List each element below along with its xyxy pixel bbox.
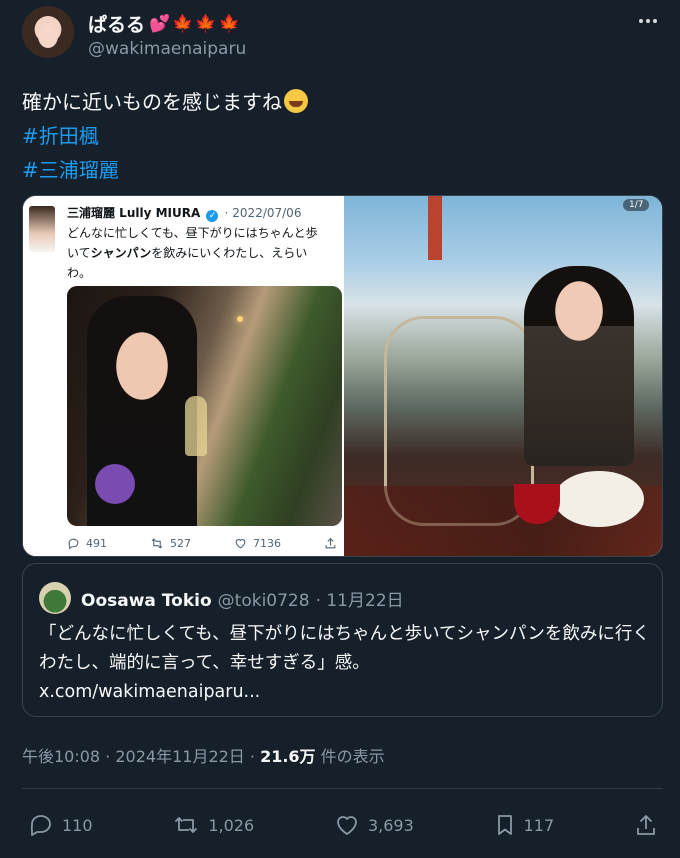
quoted-tweet[interactable]: Oosawa Tokio @toki0728 · 11月22日 「どんなに忙しくても… [22, 563, 663, 717]
heart-icon [337, 816, 357, 835]
author-avatar[interactable] [22, 6, 74, 58]
verified-badge-icon: ✓ [206, 210, 219, 222]
reply-button[interactable]: 110 [28, 813, 93, 837]
embedded-action-bar: 491 527 7136 [67, 533, 337, 553]
author-display-name[interactable]: ぱるる 💕 🍁 🍁 🍁 [88, 10, 240, 37]
retweet-button[interactable]: 1,026 [172, 813, 254, 837]
wine-glass-shape [514, 484, 560, 524]
bookmark-count: 117 [523, 815, 555, 835]
retweet-icon [175, 817, 198, 833]
media-counter: 1/7 [623, 199, 650, 211]
plate-shape [554, 471, 644, 527]
embedded-text: どんなに忙しくても、昼下がりにはちゃんと歩 いてシャンパンを飲みにいくわたし、え… [67, 226, 318, 280]
bookmark-button[interactable]: 117 [494, 813, 555, 837]
display-name-text: ぱるる [88, 14, 146, 36]
more-options-icon[interactable] [633, 10, 663, 32]
embedded-share [324, 537, 337, 550]
embedded-tweet-screenshot[interactable]: 三浦瑠麗 Lully MIURA ✓ · 2022/07/06 どんなに忙しくて… [23, 196, 343, 556]
time-date[interactable]: 午後10:08 · 2024年11月22日 · [22, 747, 260, 766]
bookmark-icon [497, 815, 512, 835]
maple-leaf-emoji: 🍁 [172, 13, 194, 34]
tower-shape [428, 196, 442, 260]
maple-leaf-emoji: 🍁 [195, 13, 217, 34]
like-count: 3,693 [367, 815, 414, 835]
share-button[interactable] [634, 813, 658, 837]
media-attachment[interactable]: 三浦瑠麗 Lully MIURA ✓ · 2022/07/06 どんなに忙しくて… [22, 195, 663, 557]
retweet-count: 1,026 [208, 815, 255, 835]
embedded-retweet: 527 [150, 537, 191, 550]
embedded-like: 7136 [234, 537, 281, 550]
like-button[interactable]: 3,693 [334, 813, 414, 837]
author-handle[interactable]: @wakimaenaiparu [88, 39, 246, 59]
quote-date: · 11月22日 [315, 591, 404, 611]
share-icon [325, 537, 336, 548]
quote-body: 「どんなに忙しくても、昼下がりにはちゃんと歩いてシャンパンを飲みに行くわたし、端… [39, 620, 654, 707]
quote-header: Oosawa Tokio @toki0728 · 11月22日 [81, 586, 404, 611]
heart-emoji: 💕 [149, 13, 171, 34]
views-label: 件の表示 [315, 747, 385, 766]
reply-icon [30, 815, 51, 836]
embedded-date: · 2022/07/06 [224, 206, 302, 220]
embedded-name: 三浦瑠麗 Lully MIURA [67, 206, 201, 220]
quote-avatar [39, 582, 71, 614]
reply-icon [68, 538, 79, 549]
hashtag-link[interactable]: #三浦瑠麗 [22, 153, 308, 187]
divider [22, 788, 663, 789]
tweet-body: 確かに近いものを感じますね [22, 90, 282, 114]
views-count: 21.6万 [260, 747, 316, 766]
quote-handle: @toki0728 [217, 591, 310, 611]
tweet-text: 確かに近いものを感じますね #折田楓 #三浦瑠麗 [22, 85, 308, 187]
maple-leaf-emoji: 🍁 [218, 13, 240, 34]
quote-author-name: Oosawa Tokio [81, 591, 212, 611]
heart-icon [235, 538, 246, 548]
embedded-photo [67, 286, 342, 526]
tweet-timestamp: 午後10:08 · 2024年11月22日 · 21.6万 件の表示 [22, 743, 385, 767]
share-icon [637, 815, 655, 835]
hashtag-link[interactable]: #折田楓 [22, 119, 308, 153]
embedded-author: 三浦瑠麗 Lully MIURA ✓ · 2022/07/06 [67, 204, 301, 222]
embedded-avatar [29, 206, 55, 252]
quote-link[interactable]: x.com/wakimaenaiparu... [39, 678, 654, 707]
joy-emoji-icon [284, 89, 308, 113]
woman-shape [524, 266, 634, 466]
afternoon-tea-photo[interactable] [344, 196, 662, 556]
retweet-icon [151, 537, 163, 549]
reply-count: 110 [62, 815, 93, 835]
action-bar: 110 1,026 3,693 117 [28, 807, 658, 843]
embedded-reply: 491 [67, 537, 107, 550]
